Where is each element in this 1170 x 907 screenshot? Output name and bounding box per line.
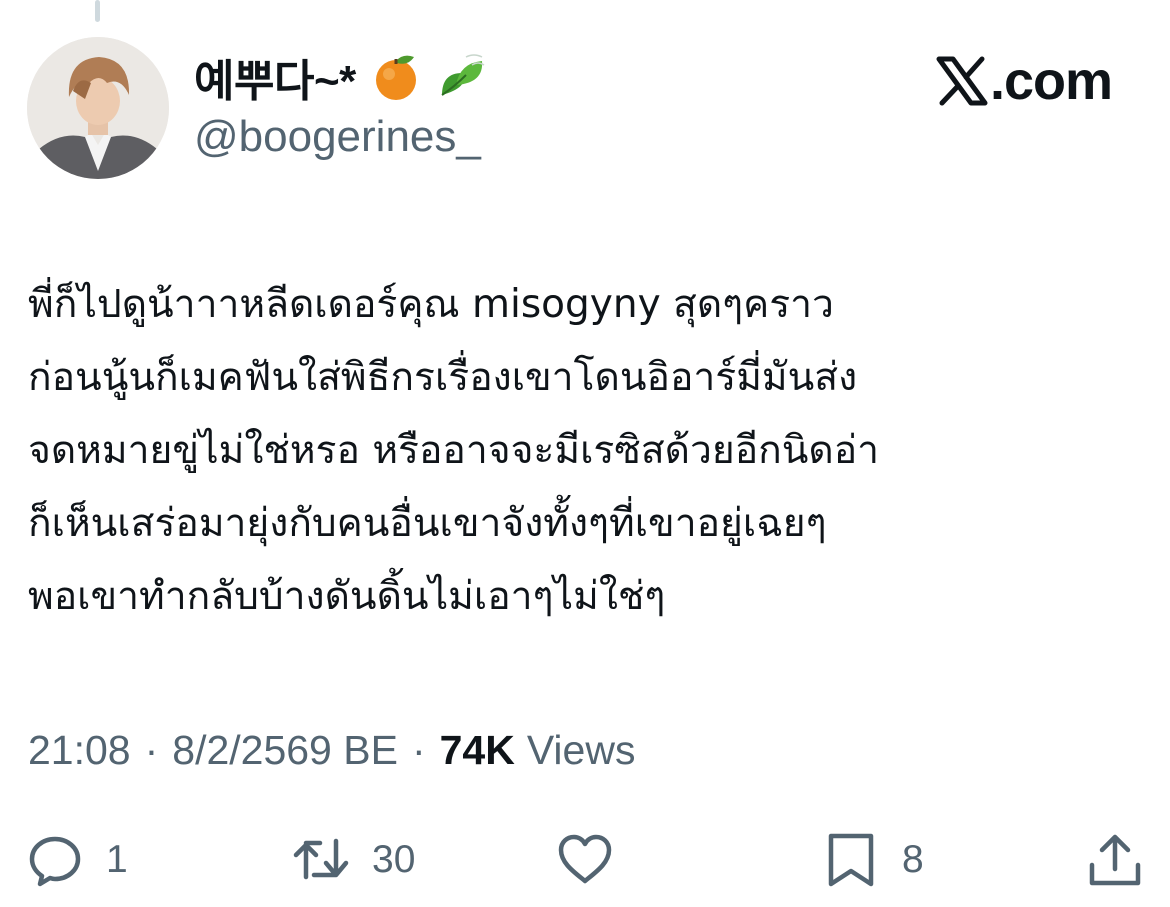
views-count[interactable]: 74K: [440, 727, 515, 774]
site-logo: .com: [936, 50, 1113, 112]
avatar[interactable]: [27, 37, 169, 179]
separator-dot: ·: [411, 727, 426, 773]
tweet-date[interactable]: 8/2/2569 BE: [172, 727, 398, 774]
avatar-image: [27, 37, 169, 179]
retweet-count: 30: [372, 838, 416, 881]
bookmark-count: 8: [902, 838, 924, 881]
tangerine-emoji: [370, 51, 422, 103]
tweet-text-line: จดหมายขู่ไม่ใช่หรอ หรืออาจจะมีเรซิสด้วยอ…: [28, 428, 880, 473]
bookmark-button[interactable]: 8: [822, 825, 924, 895]
reply-count: 1: [106, 838, 128, 881]
heart-icon: [558, 834, 612, 884]
like-button[interactable]: [556, 825, 636, 895]
retweet-button[interactable]: 30: [292, 825, 415, 895]
tweet-text: พี่ก็ไปดูน้าาาหลีดเดอร์คุณ misogyny สุดๆ…: [28, 268, 1148, 633]
tweet-metadata: 21:08 · 8/2/2569 BE · 74K Views: [28, 727, 635, 774]
display-name[interactable]: 예뿌다~*: [194, 45, 356, 109]
separator-dot: ·: [144, 727, 159, 773]
views-label[interactable]: Views: [527, 727, 636, 774]
action-bar: 1 30 8: [0, 825, 1170, 895]
tweet-time[interactable]: 21:08: [28, 727, 131, 774]
bookmark-icon: [828, 833, 874, 887]
tweet-text-line: พอเขาทำกลับบ้างดันดิ้นไม่เอาๆไม่ใช่ๆ: [28, 574, 666, 619]
leaf-emoji: [436, 51, 488, 103]
site-name: .com: [989, 51, 1113, 111]
retweet-icon: [293, 838, 349, 880]
share-button[interactable]: [1086, 825, 1144, 895]
author-name-row[interactable]: 예뿌다~*: [194, 44, 488, 110]
tweet-text-line: ก่อนนู้นก็เมคฟันใส่พิธีกรเรื่องเขาโดนอิอ…: [28, 355, 858, 400]
thread-connector-line: [95, 0, 100, 22]
tweet-text-line: พี่ก็ไปดูน้าาาหลีดเดอร์คุณ misogyny สุดๆ…: [28, 282, 834, 327]
share-icon: [1089, 834, 1141, 886]
x-logo-icon: [936, 56, 988, 106]
author-handle[interactable]: @boogerines_: [194, 112, 481, 162]
tweet-text-line: ก็เห็นเสร่อมายุ่งกับคนอื่นเขาจังทั้งๆที่…: [28, 501, 827, 546]
reply-button[interactable]: 1: [26, 825, 128, 895]
reply-icon: [29, 836, 81, 887]
